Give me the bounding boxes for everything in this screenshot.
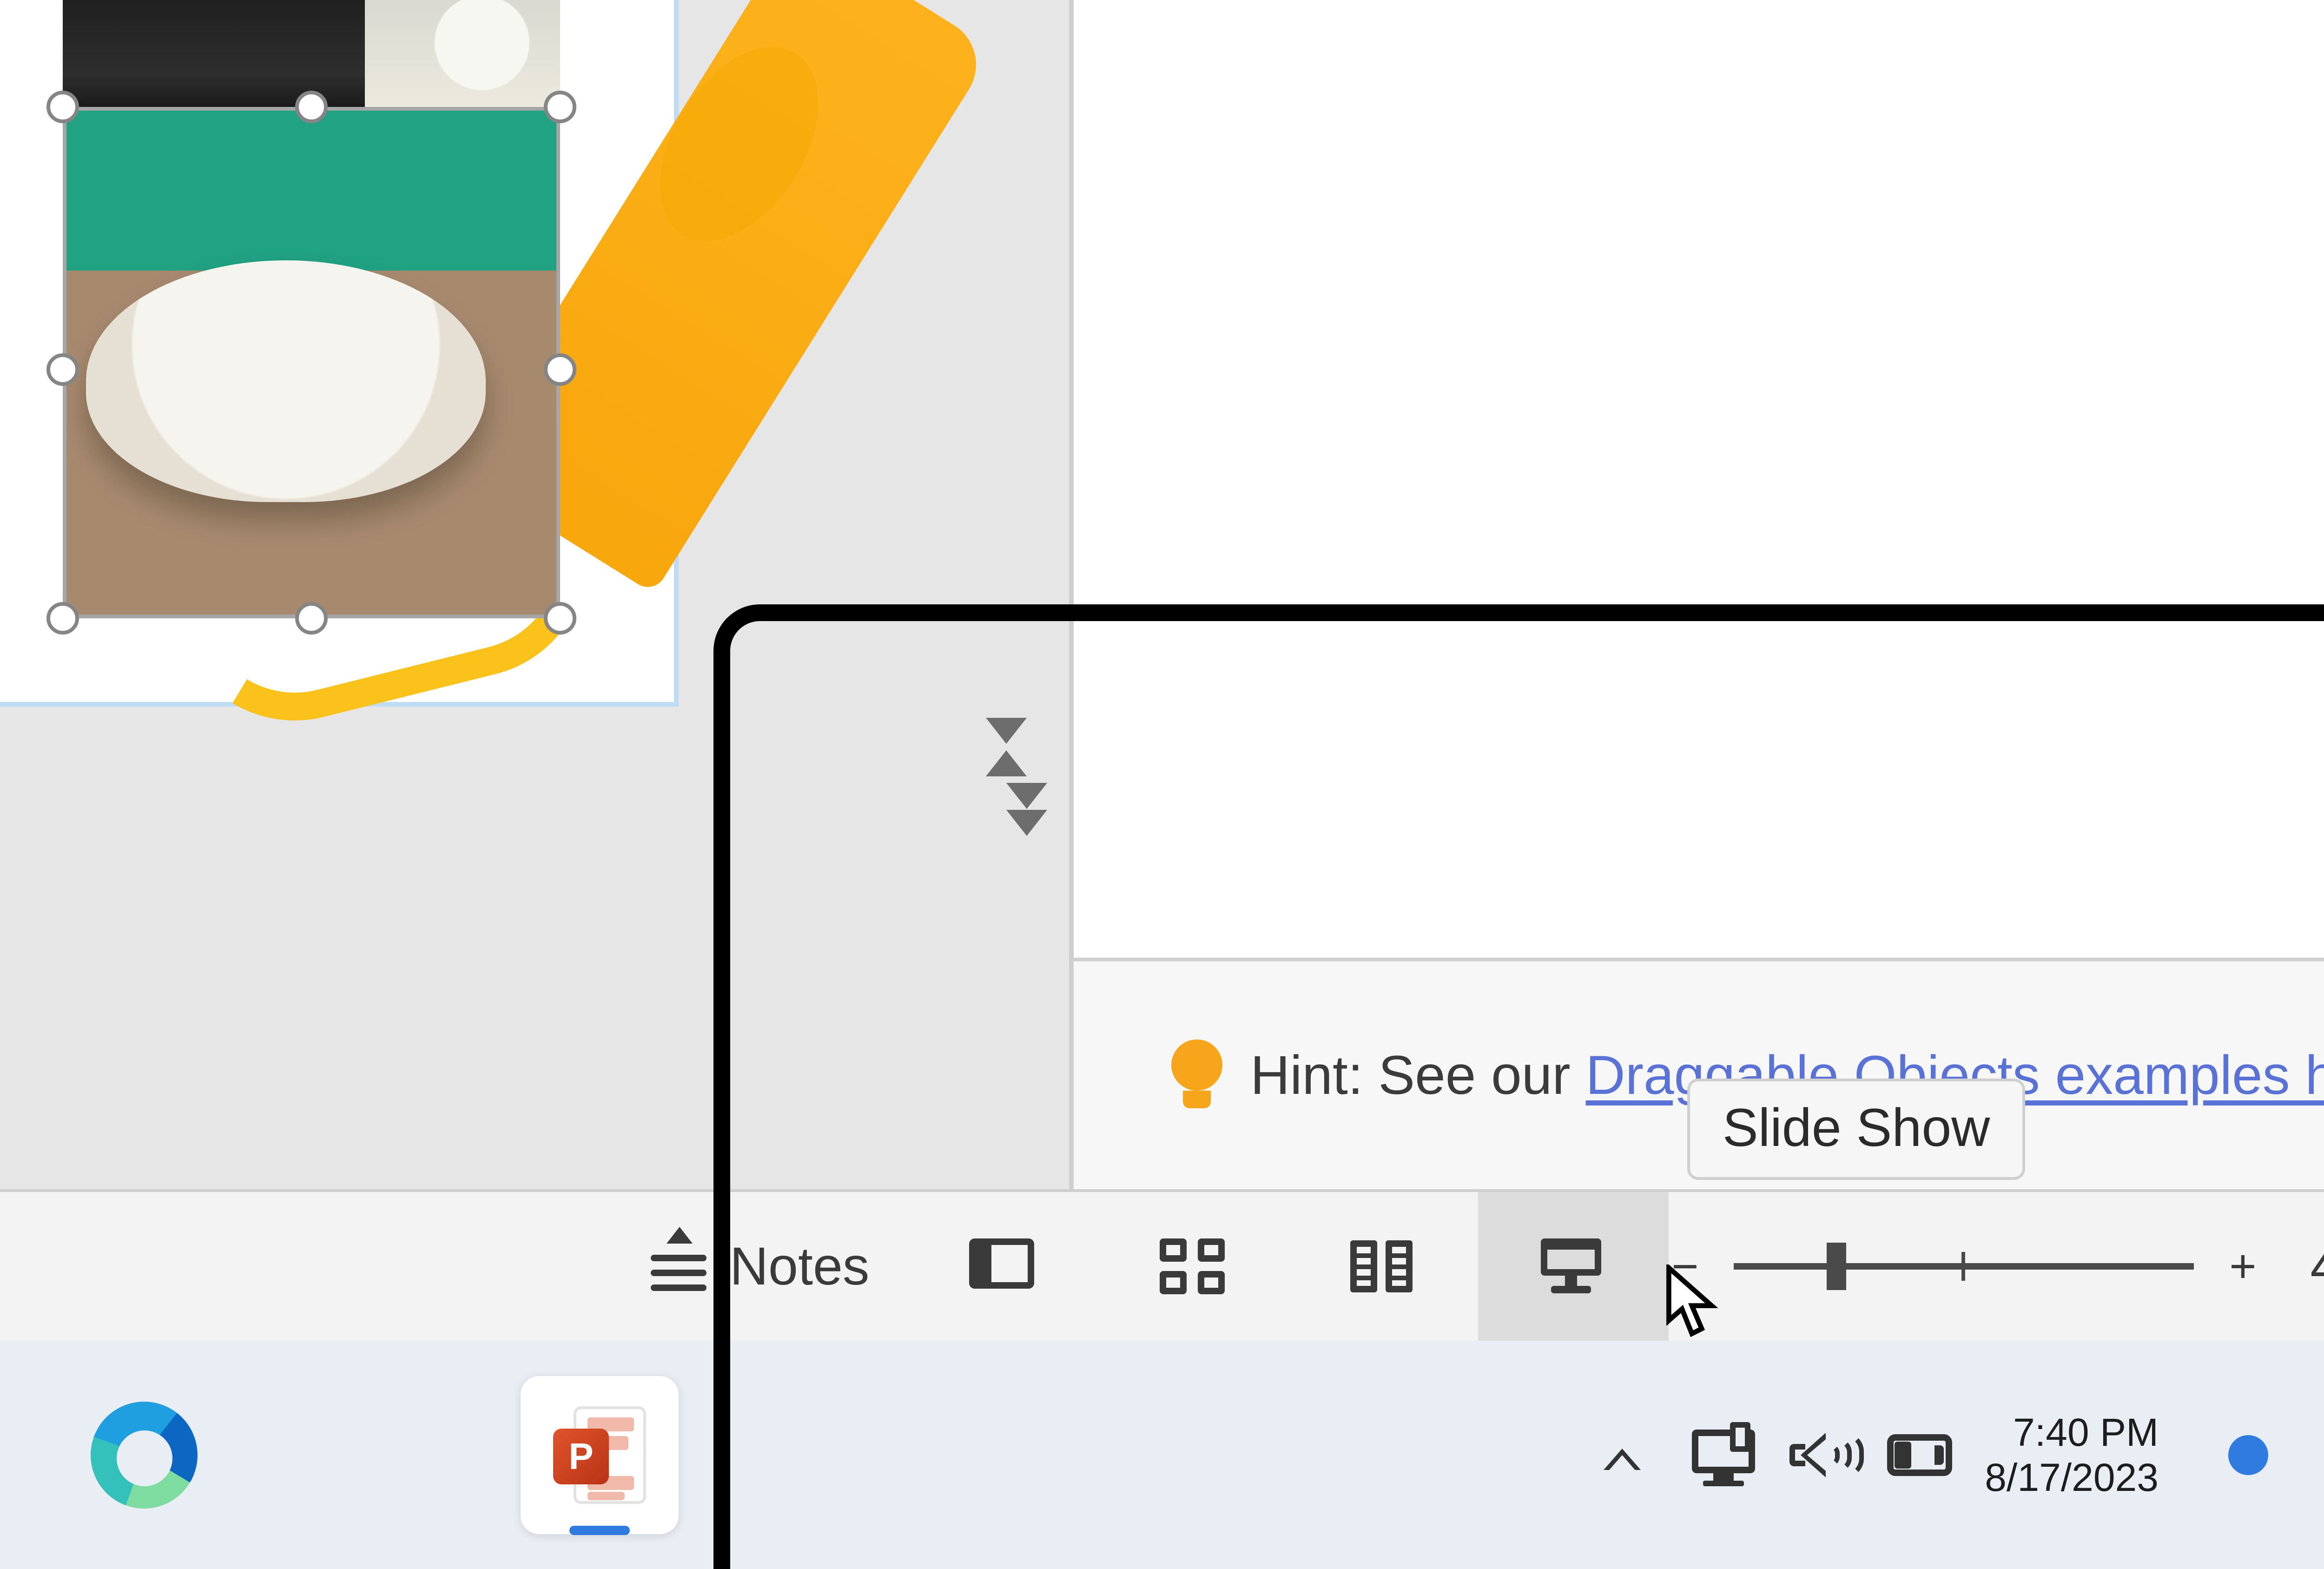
taskbar-apps: P [65,1376,679,1534]
notes-label: Notes [730,1236,869,1297]
canvas-notes-divider[interactable] [1074,958,2324,961]
taskbar-clock[interactable]: 7:40 PM 8/17/2023 [1985,1410,2159,1500]
slide-thumbnail[interactable] [0,0,855,781]
slide-nav-arrows [978,711,1034,911]
slide-show-view-button[interactable] [1478,1192,1669,1341]
slide-sorter-view-button[interactable] [1097,1192,1287,1341]
taskbar-app-edge[interactable] [65,1376,223,1534]
pane-divider[interactable] [1069,0,1074,1190]
notification-center-button[interactable] [2228,1435,2268,1475]
next-slide-arrow-icon[interactable] [986,718,1027,744]
battery-icon [1887,1434,1943,1476]
resize-handle-se[interactable] [544,602,576,635]
view-buttons-group [906,1192,1669,1341]
zoom-slider-knob[interactable] [1827,1243,1846,1290]
monitor-icon [1692,1425,1748,1485]
selection-border [63,107,560,618]
resize-handle-w[interactable] [46,353,79,386]
slide-editor-canvas[interactable] [1074,0,2324,958]
resize-handle-ne[interactable] [544,91,576,123]
slide-show-tooltip: Slide Show [1687,1079,2025,1180]
lightbulb-icon [1171,1039,1222,1112]
resize-handle-n[interactable] [295,91,328,123]
resize-handle-nw[interactable] [46,91,79,123]
windows-taskbar[interactable]: P 7:40 PM 8/17/2023 [0,1341,2324,1569]
zoom-out-button[interactable]: − [1669,1250,1701,1283]
slide-preview [0,0,674,702]
normal-view-icon [969,1238,1034,1294]
show-hidden-icons-button[interactable] [1594,1427,1650,1483]
zoom-in-button[interactable]: + [2226,1250,2259,1283]
reading-view-icon [1350,1238,1415,1294]
taskbar-date: 8/17/2023 [1985,1455,2159,1500]
system-tray: 7:40 PM 8/17/2023 [1594,1410,2268,1500]
zoom-slider-midtick [1961,1252,1965,1281]
notes-button[interactable]: Notes [0,1192,906,1341]
tray-volume-button[interactable] [1789,1427,1845,1483]
tray-battery-button[interactable] [1887,1427,1943,1483]
zoom-controls: − + 45% [1669,1192,2324,1341]
taskbar-app-powerpoint[interactable]: P [521,1376,679,1534]
tray-display-button[interactable] [1692,1427,1748,1483]
resize-handle-e[interactable] [544,353,576,386]
speaker-icon [1789,1427,1845,1483]
slide-thumbnail-panel [0,0,1074,1190]
normal-view-button[interactable] [906,1192,1097,1341]
zoom-slider[interactable] [1734,1263,2194,1270]
edge-icon [91,1402,198,1509]
resize-handle-s[interactable] [295,602,328,635]
status-bar: Notes − [0,1192,2324,1341]
zoom-percent-label[interactable]: 45% [2310,1236,2324,1297]
prev-slide-arrow-icon[interactable] [986,750,1027,776]
powerpoint-icon: P [553,1406,646,1504]
slide-sorter-icon [1160,1238,1225,1294]
reading-view-button[interactable] [1287,1192,1478,1341]
hint-prefix: Hint: See our [1250,1045,1585,1106]
chevron-up-icon [1604,1449,1641,1470]
tooltip-label: Slide Show [1723,1098,1990,1158]
resize-handle-sw[interactable] [46,602,79,635]
taskbar-time: 7:40 PM [1985,1410,2159,1455]
notes-icon [651,1241,706,1292]
slide-show-icon [1541,1238,1606,1294]
